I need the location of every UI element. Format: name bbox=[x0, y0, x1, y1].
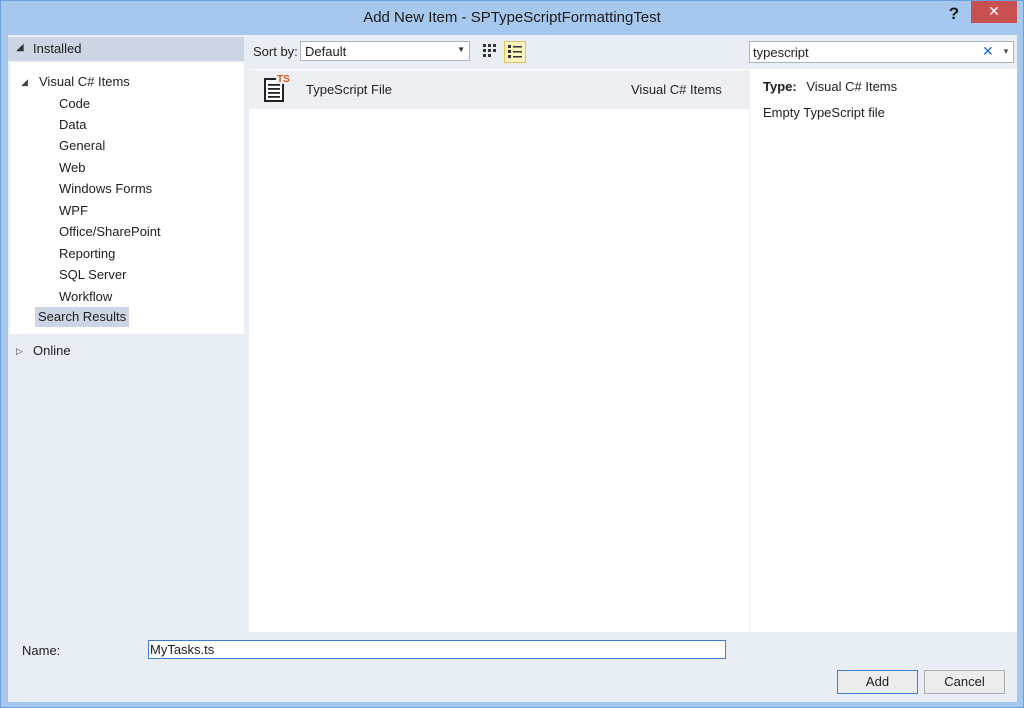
sort-dropdown-value: Default bbox=[305, 44, 347, 59]
dialog-window: Add New Item - SPTypeScriptFormattingTes… bbox=[0, 0, 1024, 708]
expanded-triangle-icon[interactable]: ◢ bbox=[16, 42, 24, 53]
icon-badge-text: TS bbox=[277, 74, 290, 85]
tree-node-data[interactable]: Data bbox=[59, 115, 86, 135]
tree-node-workflow[interactable]: Workflow bbox=[59, 287, 112, 307]
details-pane: Type: Visual C# Items Empty TypeScript f… bbox=[750, 69, 1017, 632]
dropdown-arrow-icon[interactable]: ▼ bbox=[1002, 47, 1010, 56]
help-button[interactable]: ? bbox=[937, 1, 971, 29]
list-view-icon bbox=[508, 45, 522, 58]
list-item-name: TypeScript File bbox=[306, 82, 392, 97]
tree-node-code[interactable]: Code bbox=[59, 94, 90, 114]
template-list: TS TypeScript File Visual C# Items bbox=[249, 69, 749, 632]
list-item-typescript-file[interactable]: TS TypeScript File Visual C# Items bbox=[249, 70, 749, 109]
medium-icons-view-button[interactable] bbox=[480, 41, 500, 61]
search-input[interactable] bbox=[753, 43, 973, 61]
expanded-triangle-icon[interactable]: ◢ bbox=[21, 72, 28, 92]
dialog-client: ◢ Installed ◢ Visual C# Items Code Data … bbox=[8, 35, 1017, 702]
dialog-title: Add New Item - SPTypeScriptFormattingTes… bbox=[363, 9, 661, 26]
details-type-label: Type: bbox=[763, 79, 797, 94]
title-bar: Add New Item - SPTypeScriptFormattingTes… bbox=[1, 1, 1023, 35]
category-tree: ◢ Installed ◢ Visual C# Items Code Data … bbox=[8, 35, 246, 632]
dropdown-arrow-icon: ▼ bbox=[457, 45, 465, 54]
tree-node-search-results[interactable]: Search Results bbox=[35, 307, 130, 327]
toolbar: Sort by: Default ▼ typescript ✕ ▼ bbox=[246, 35, 1017, 69]
tree-node-label: Visual C# Items bbox=[39, 74, 130, 89]
tree-node-label: Installed bbox=[33, 41, 82, 56]
tree-node-office-sharepoint[interactable]: Office/SharePoint bbox=[59, 222, 161, 242]
clear-search-icon[interactable]: ✕ bbox=[982, 43, 994, 60]
tree-node-general[interactable]: General bbox=[59, 136, 105, 156]
details-type-value: Visual C# Items bbox=[806, 79, 898, 94]
tree-node-reporting[interactable]: Reporting bbox=[59, 244, 115, 264]
close-button[interactable]: ✕ bbox=[971, 1, 1017, 23]
tree-node-label: Online bbox=[33, 343, 71, 358]
sort-label: Sort by: bbox=[253, 44, 298, 59]
typescript-file-icon: TS bbox=[263, 73, 293, 105]
grid-view-icon bbox=[483, 44, 496, 57]
tree-node-installed[interactable]: ◢ Installed bbox=[8, 37, 244, 61]
tree-node-web[interactable]: Web bbox=[59, 158, 86, 178]
cancel-button[interactable]: Cancel bbox=[924, 670, 1005, 694]
name-label: Name: bbox=[22, 643, 61, 658]
name-input[interactable] bbox=[148, 640, 726, 659]
small-icons-view-button[interactable] bbox=[504, 41, 526, 63]
add-button[interactable]: Add bbox=[837, 670, 918, 694]
tree-node-wpf[interactable]: WPF bbox=[59, 201, 88, 221]
sort-dropdown[interactable]: Default ▼ bbox=[300, 41, 470, 61]
details-type: Type: Visual C# Items bbox=[763, 79, 897, 94]
tree-node-windows-forms[interactable]: Windows Forms bbox=[59, 179, 152, 199]
collapsed-triangle-icon[interactable]: ▷ bbox=[16, 341, 23, 361]
installed-tree-body: ◢ Visual C# Items Code Data General Web … bbox=[10, 62, 244, 334]
details-description: Empty TypeScript file bbox=[763, 105, 885, 120]
list-item-category: Visual C# Items bbox=[631, 82, 722, 97]
search-box: ✕ ▼ bbox=[749, 41, 1014, 63]
tree-node-sql-server[interactable]: SQL Server bbox=[59, 265, 126, 285]
